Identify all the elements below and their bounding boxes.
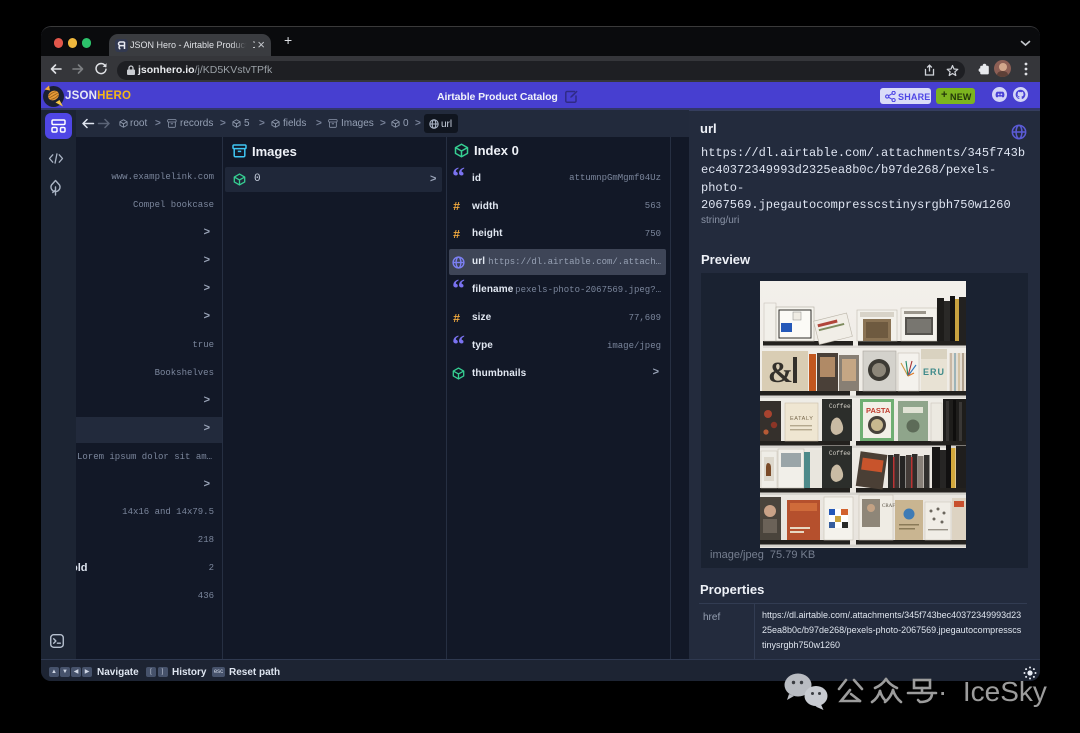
svg-text:EATALY: EATALY xyxy=(790,416,813,422)
svg-text:Coffee: Coffee xyxy=(829,403,851,410)
svg-text:ERU: ERU xyxy=(923,367,945,377)
svg-text:PASTA: PASTA xyxy=(866,406,891,415)
svg-text:Coffee: Coffee xyxy=(829,450,851,457)
svg-text:&: & xyxy=(768,356,793,389)
